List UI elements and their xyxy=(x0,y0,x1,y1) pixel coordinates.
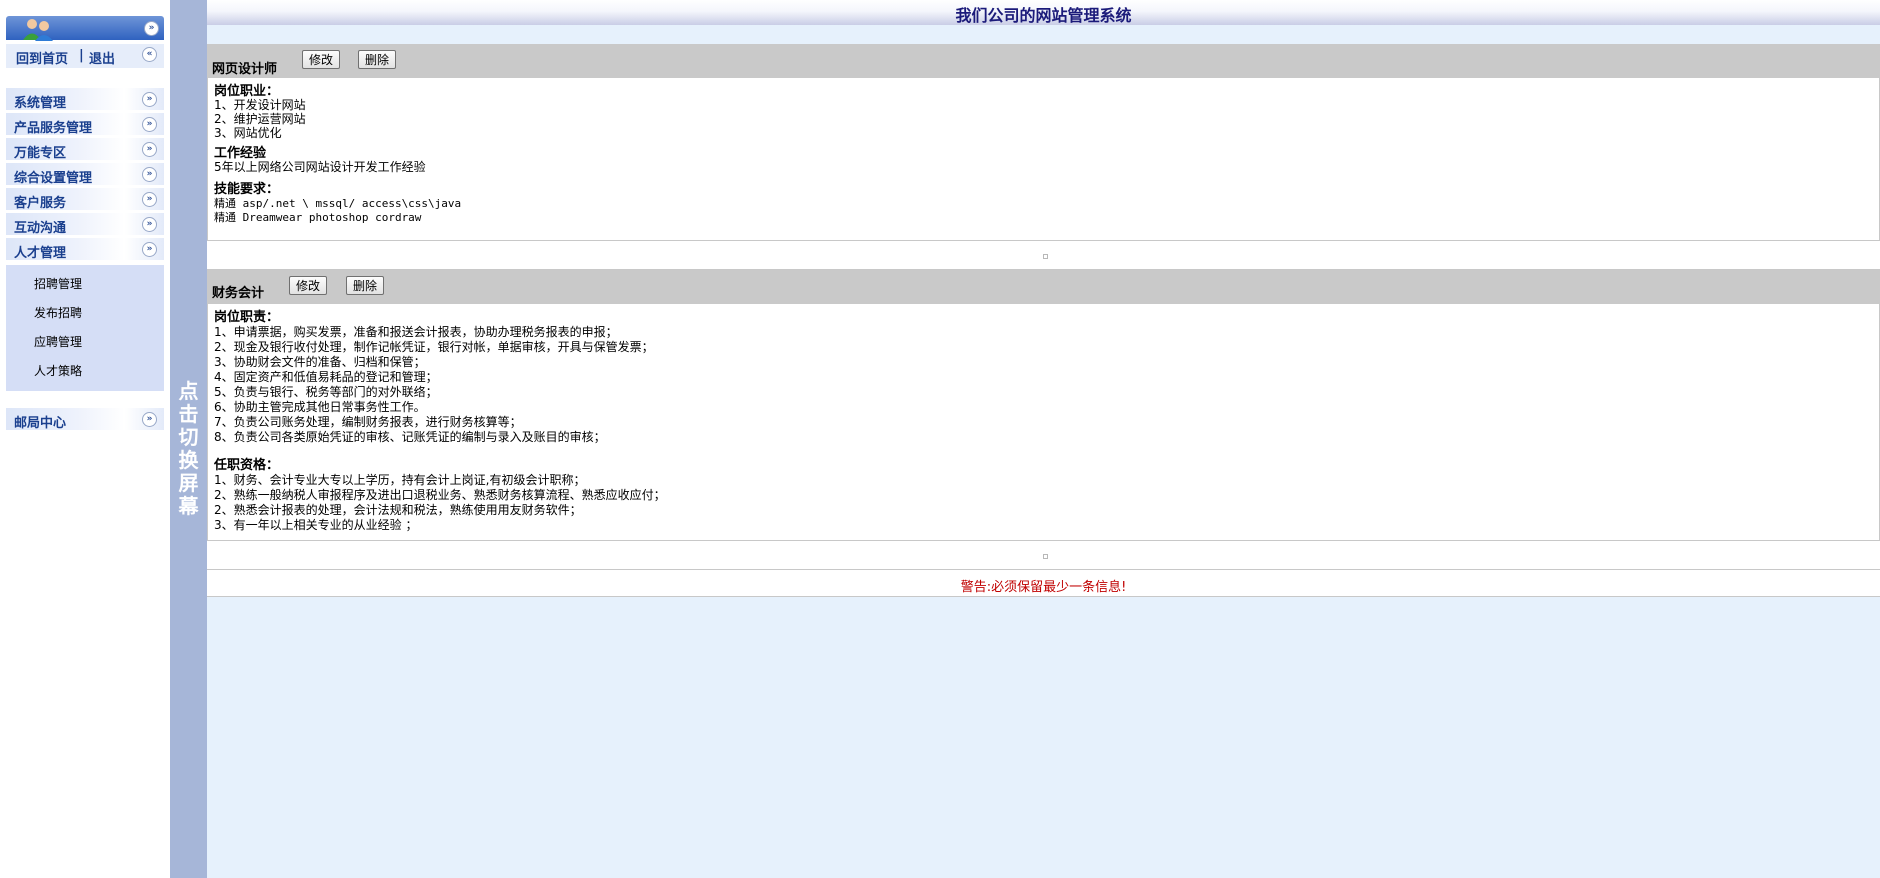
desc-line: 3、有一年以上相关专业的从业经验 ； xyxy=(214,518,418,532)
menu-item-label: 人才管理 xyxy=(14,246,67,261)
desc-line: 精通 Dreamwear photoshop cordraw xyxy=(214,211,422,224)
submenu-item-recruit-manage[interactable]: 招聘管理 xyxy=(34,275,82,292)
edit-button[interactable]: 修改 xyxy=(289,276,328,295)
chevron-down-icon[interactable]: » xyxy=(142,92,157,107)
toggle-char: 切 xyxy=(178,425,199,449)
delete-button[interactable]: 删除 xyxy=(358,50,397,69)
menu-item-products[interactable]: 产品服务管理 » xyxy=(6,113,164,136)
desc-heading: 岗位职业： xyxy=(214,84,280,99)
menu-item-talent[interactable]: 人才管理 » xyxy=(6,238,164,261)
desc-line: 5年以上网络公司网站设计开发工作经验 xyxy=(214,160,426,174)
submenu-item-post-job[interactable]: 发布招聘 xyxy=(34,304,82,321)
toggle-screen-label: 点 击 切 换 屏 幕 xyxy=(170,380,207,518)
separator-row xyxy=(207,240,1880,270)
desc-line: 8、负责公司各类原始凭证的审核、记账凭证的编制与录入及账目的审核； xyxy=(214,430,606,444)
toggle-char: 换 xyxy=(178,448,199,472)
menu-item-mail[interactable]: 邮局中心 » xyxy=(6,408,164,431)
menu-item-label: 互动沟通 xyxy=(14,221,67,236)
desc-line: 精通 asp/.net \ mssql/ access\css\java xyxy=(214,197,462,210)
edit-button[interactable]: 修改 xyxy=(302,50,341,69)
desc-heading: 任职资格： xyxy=(214,458,280,473)
desc-line: 2、现金及银行收付处理，制作记帐凭证，银行对帐，单据审核，开具与保管发票； xyxy=(214,340,654,354)
warning-message: 警告:必须保留最少一条信息! xyxy=(960,580,1127,595)
desc-line: 6、协助主管完成其他日常事务性工作。 xyxy=(214,400,426,414)
collapse-sidebar-icon[interactable]: « xyxy=(142,47,157,62)
job-header: 网页设计师 修改 删除 xyxy=(207,44,1880,78)
chevron-down-icon[interactable]: » xyxy=(142,117,157,132)
sidebar-header: » xyxy=(6,16,164,41)
menu-item-customer-service[interactable]: 客户服务 » xyxy=(6,188,164,211)
desc-line: 1、财务、会计专业大专以上学历，持有会计上岗证,有初级会计职称； xyxy=(214,473,586,487)
toggle-char: 幕 xyxy=(178,494,199,518)
menu-item-universal[interactable]: 万能专区 » xyxy=(6,138,164,161)
talent-submenu: 招聘管理 发布招聘 应聘管理 人才策略 xyxy=(6,265,164,391)
collapse-panel-icon[interactable]: » xyxy=(144,21,159,36)
chevron-down-icon[interactable]: » xyxy=(142,167,157,182)
desc-line: 7、负责公司账务处理，编制财务报表，进行财务核算等； xyxy=(214,415,522,429)
desc-line: 2、维护运营网站 xyxy=(214,112,306,126)
menu-item-interaction[interactable]: 互动沟通 » xyxy=(6,213,164,236)
desc-heading: 岗位职责： xyxy=(214,310,280,325)
job-description: 岗位职业： 1、开发设计网站 2、维护运营网站 3、网站优化 工作经验 5年以上… xyxy=(207,78,1880,244)
main-content: 我们公司的网站管理系统 网页设计师 修改 删除 岗位职业： 1、开发设计网站 2… xyxy=(207,0,1880,878)
chevron-down-icon[interactable]: » xyxy=(142,192,157,207)
chevron-down-icon[interactable]: » xyxy=(142,217,157,232)
logout-link[interactable]: 退出 xyxy=(89,48,115,67)
menu-item-label: 邮局中心 xyxy=(14,416,67,431)
users-icon xyxy=(23,19,53,41)
chevron-down-icon[interactable]: » xyxy=(142,142,157,157)
page-title: 我们公司的网站管理系统 xyxy=(955,6,1132,25)
menu-item-label: 客户服务 xyxy=(14,196,67,211)
delete-button[interactable]: 删除 xyxy=(346,276,385,295)
toggle-char: 屏 xyxy=(178,471,199,495)
toggle-char: 点 xyxy=(178,379,199,403)
job-title: 网页设计师 xyxy=(212,62,278,77)
job-list: 网页设计师 修改 删除 岗位职业： 1、开发设计网站 2、维护运营网站 3、网站… xyxy=(207,44,1880,597)
desc-line: 1、申请票据，购买发票，准备和报送会计报表，协助办理税务报表的申报； xyxy=(214,325,618,339)
quick-links: 回到首页 | 退出 « xyxy=(6,44,164,68)
desc-line: 3、网站优化 xyxy=(214,126,282,140)
menu-item-label: 万能专区 xyxy=(14,146,67,161)
home-link[interactable]: 回到首页 xyxy=(16,48,68,67)
desc-line: 5、负责与银行、税务等部门的对外联络； xyxy=(214,385,438,399)
desc-line: 3、协助财会文件的准备、归档和保管； xyxy=(214,355,426,369)
toggle-char: 击 xyxy=(178,402,199,426)
submenu-item-applicants[interactable]: 应聘管理 xyxy=(34,333,82,350)
desc-line: 2、熟悉会计报表的处理，会计法规和税法，熟练使用用友财务软件； xyxy=(214,503,582,517)
link-separator: | xyxy=(79,48,84,63)
menu-item-label: 系统管理 xyxy=(14,96,67,111)
sidebar: » 回到首页 | 退出 « 系统管理 » 产品服务管理 » 万能专区 » 综合设… xyxy=(0,0,170,878)
menu-item-label: 产品服务管理 xyxy=(14,121,93,136)
spacer-icon xyxy=(1043,254,1048,259)
toggle-screen-bar[interactable]: 点 击 切 换 屏 幕 xyxy=(170,0,207,878)
menu-item-settings[interactable]: 综合设置管理 » xyxy=(6,163,164,186)
menu-item-label: 综合设置管理 xyxy=(14,171,93,186)
title-bar: 我们公司的网站管理系统 xyxy=(207,0,1880,25)
submenu-item-talent-strategy[interactable]: 人才策略 xyxy=(34,362,82,379)
menu-item-system[interactable]: 系统管理 » xyxy=(6,88,164,111)
chevron-down-icon[interactable]: » xyxy=(142,242,157,257)
job-header: 财务会计 修改 删除 xyxy=(207,270,1880,304)
desc-heading: 技能要求： xyxy=(214,182,280,197)
desc-line: 4、固定资产和低值易耗品的登记和管理； xyxy=(214,370,438,384)
separator-row xyxy=(207,540,1880,570)
job-title: 财务会计 xyxy=(212,286,265,301)
job-description: 岗位职责： 1、申请票据，购买发票，准备和报送会计报表，协助办理税务报表的申报；… xyxy=(207,304,1880,540)
chevron-down-icon[interactable]: » xyxy=(142,412,157,427)
desc-line: 2、熟练一般纳税人审报程序及进出口退税业务、熟悉财务核算流程、熟悉应收应付； xyxy=(214,488,666,502)
spacer-icon xyxy=(1043,554,1048,559)
desc-heading: 工作经验 xyxy=(214,146,267,161)
desc-line: 1、开发设计网站 xyxy=(214,98,306,112)
